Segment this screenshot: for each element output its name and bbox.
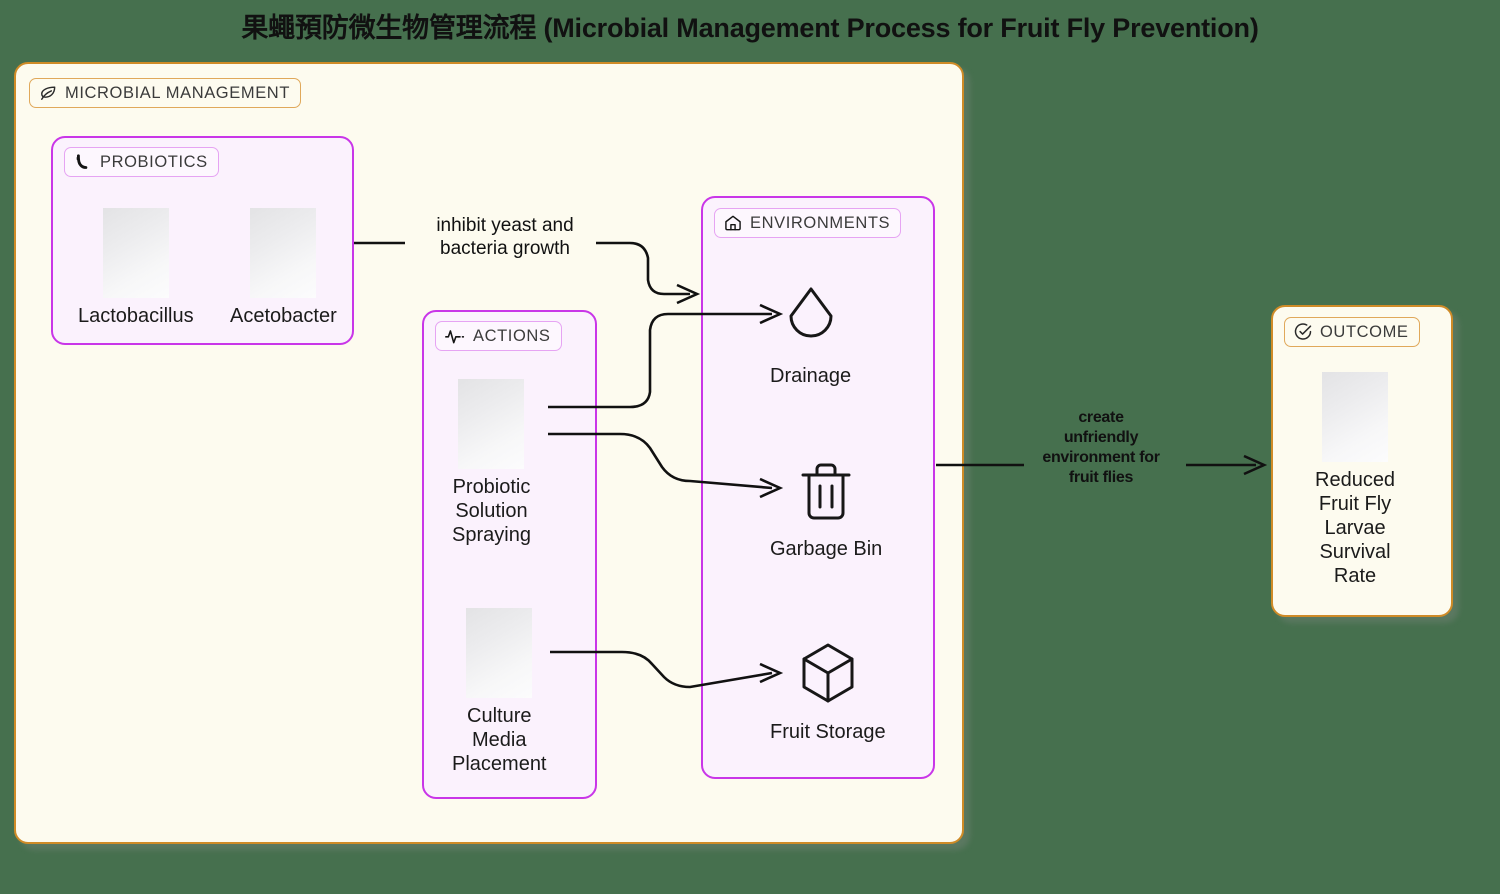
node-culture-media-placement[interactable]: Culture Media Placement (452, 608, 547, 776)
node-label: Culture Media Placement (452, 705, 547, 775)
edge-label-create-unfriendly: create unfriendly environment for fruit … (1042, 409, 1160, 486)
trash-bin-icon (793, 455, 859, 527)
water-droplet-icon (778, 282, 844, 354)
reduced-survival-image (1322, 372, 1389, 462)
leaf-icon (38, 83, 58, 103)
cluster-label-probiotics[interactable]: PROBIOTICS (64, 147, 219, 177)
cluster-label-microbial-management[interactable]: MICROBIAL MANAGEMENT (29, 78, 301, 108)
edge-create-unfriendly-arrowhead (1243, 454, 1268, 476)
culture-media-placement-image (466, 608, 533, 698)
node-label: Reduced Fruit Fly Larvae Survival Rate (1315, 469, 1396, 587)
node-label: Fruit Storage (770, 721, 886, 743)
cluster-label-actions[interactable]: ACTIONS (435, 321, 562, 351)
cluster-label-text: ACTIONS (473, 326, 551, 345)
edge-label-inhibit: inhibit yeast and bacteria growth (436, 215, 574, 259)
node-probiotic-solution-spraying[interactable]: Probiotic Solution Spraying (452, 379, 531, 547)
diagram-canvas: 果蠅預防微生物管理流程 (Microbial Management Proces… (0, 0, 1500, 894)
activity-pulse-icon (444, 326, 466, 346)
node-label: Lactobacillus (78, 305, 194, 327)
node-lactobacillus[interactable]: Lactobacillus (78, 208, 194, 328)
cluster-label-outcome[interactable]: OUTCOME (1284, 317, 1420, 347)
bacteria-icon (73, 152, 93, 172)
node-drainage[interactable]: Drainage (770, 282, 851, 388)
lactobacillus-image (102, 208, 169, 298)
acetobacter-image (250, 208, 317, 298)
cluster-label-text: PROBIOTICS (100, 152, 208, 171)
cluster-label-text: OUTCOME (1320, 322, 1409, 341)
cluster-label-text: MICROBIAL MANAGEMENT (65, 83, 290, 102)
node-fruit-storage[interactable]: Fruit Storage (770, 638, 886, 744)
node-label: Acetobacter (230, 305, 337, 327)
node-reduced-fruit-fly-larvae-survival-rate[interactable]: Reduced Fruit Fly Larvae Survival Rate (1315, 372, 1395, 588)
page-title: 果蠅預防微生物管理流程 (Microbial Management Proces… (241, 13, 1259, 43)
node-garbage-bin[interactable]: Garbage Bin (770, 455, 882, 561)
probiotic-solution-spraying-image (458, 379, 525, 469)
home-icon (723, 213, 743, 233)
node-acetobacter[interactable]: Acetobacter (230, 208, 337, 328)
node-label: Garbage Bin (770, 538, 883, 560)
cluster-label-environments[interactable]: ENVIRONMENTS (714, 208, 902, 238)
cluster-label-text: ENVIRONMENTS (750, 213, 891, 232)
node-label: Probiotic Solution Spraying (452, 476, 531, 546)
check-circle-icon (1293, 322, 1313, 342)
cube-box-icon (795, 638, 861, 710)
node-label: Drainage (770, 365, 852, 387)
